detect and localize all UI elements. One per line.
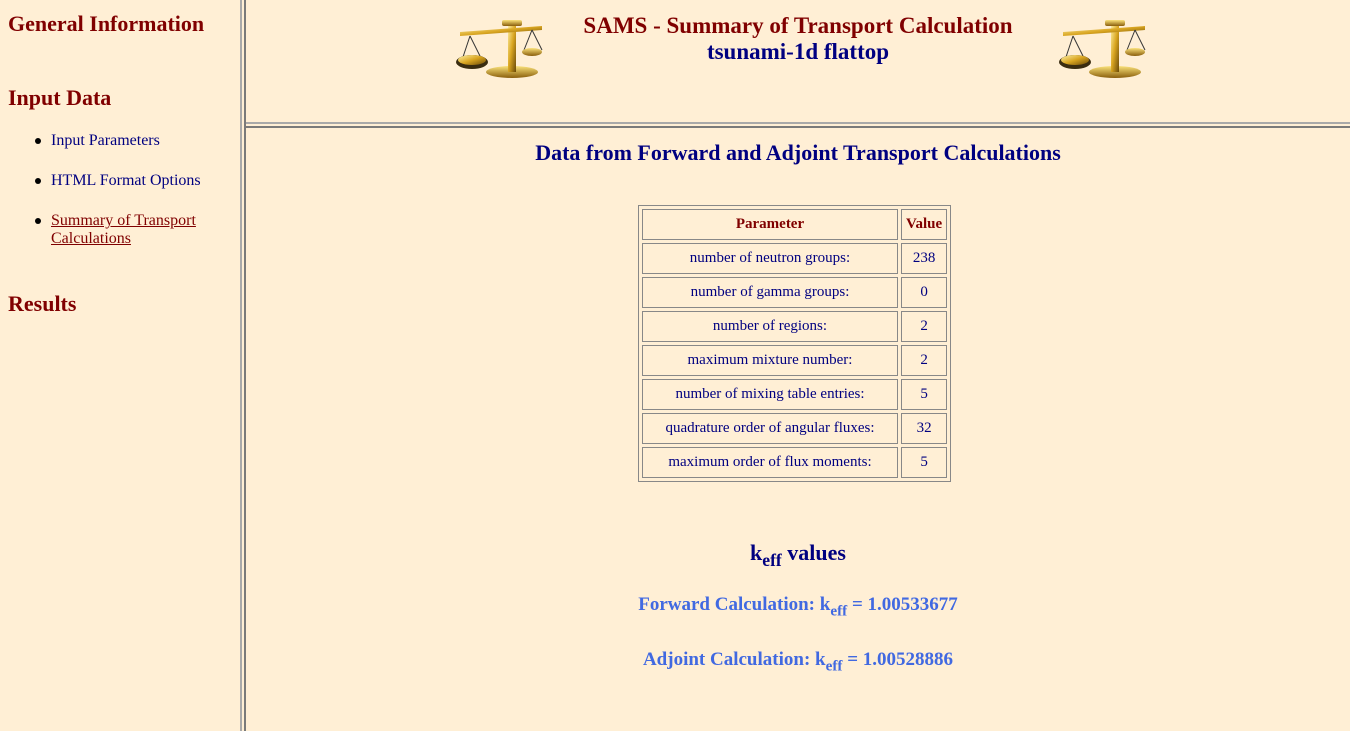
parameter-cell: number of neutron groups:: [642, 243, 898, 274]
section-heading: Data from Forward and Adjoint Transport …: [535, 140, 1061, 165]
forward-keff: Forward Calculation: keff = 1.00533677: [246, 594, 1350, 620]
value-cell: 2: [901, 311, 948, 342]
nav-heading-results[interactable]: Results: [0, 291, 76, 317]
parameter-cell: number of regions:: [642, 311, 898, 342]
parameter-cell: quadrature order of angular fluxes:: [642, 413, 898, 444]
adjoint-keff-subscript: eff: [825, 657, 843, 675]
keff-heading: keff values: [246, 540, 1350, 571]
balance-scale-icon: [1059, 20, 1146, 78]
title-frame: SAMS - Summary of Transport Calculation …: [246, 0, 1350, 122]
parameter-cell: number of gamma groups:: [642, 277, 898, 308]
keff-subscript: eff: [762, 550, 782, 571]
table-row: quadrature order of angular fluxes: 32: [642, 413, 948, 444]
column-header-value: Value: [901, 209, 948, 240]
forward-keff-label: Forward Calculation: k: [638, 594, 831, 615]
nav-heading-general-information[interactable]: General Information: [0, 11, 208, 37]
adjoint-keff: Adjoint Calculation: keff = 1.00528886: [246, 649, 1350, 675]
value-cell: 5: [901, 447, 948, 478]
bullet-icon: [35, 218, 41, 224]
nav-link-input-parameters[interactable]: Input Parameters: [51, 132, 160, 149]
page-subtitle: tsunami-1d flattop: [706, 39, 890, 64]
value-cell: 0: [901, 277, 948, 308]
main-frame: Data from Forward and Adjoint Transport …: [246, 128, 1350, 731]
table-row: maximum order of flux moments: 5: [642, 447, 948, 478]
table-row: number of mixing table entries: 5: [642, 379, 948, 410]
value-cell: 5: [901, 379, 948, 410]
page-title-main: SAMS - Summary of Transport Calculation: [583, 13, 1013, 38]
bullet-icon: [35, 178, 41, 184]
nav-item-summary-of-transport: Summary of Transport Calculations: [0, 212, 221, 248]
page-title: SAMS - Summary of Transport Calculation …: [246, 13, 1350, 65]
parameter-cell: maximum order of flux moments:: [642, 447, 898, 478]
value-cell: 238: [901, 243, 948, 274]
value-cell: 2: [901, 345, 948, 376]
parameter-cell: number of mixing table entries:: [642, 379, 898, 410]
table-row: number of regions: 2: [642, 311, 948, 342]
value-cell: 32: [901, 413, 948, 444]
adjoint-keff-value: = 1.00528886: [842, 649, 954, 670]
table-row: number of gamma groups: 0: [642, 277, 948, 308]
column-header-parameter: Parameter: [642, 209, 898, 240]
frameset: General Information Input Data Input Par…: [0, 0, 1350, 731]
nav-item-html-format-options: HTML Format Options: [0, 172, 221, 190]
nav-heading-input-data[interactable]: Input Data: [0, 85, 111, 111]
forward-keff-subscript: eff: [830, 602, 848, 620]
nav-link-summary-of-transport[interactable]: Summary of Transport Calculations: [51, 212, 196, 247]
nav-link-html-format-options[interactable]: HTML Format Options: [51, 172, 201, 189]
nav-frame: General Information Input Data Input Par…: [0, 0, 240, 731]
nav-item-input-parameters: Input Parameters: [0, 132, 221, 150]
keff-heading-rest: values: [781, 540, 846, 565]
parameter-table: Parameter Value number of neutron groups…: [638, 205, 952, 482]
bullet-icon: [35, 138, 41, 144]
forward-keff-value: = 1.00533677: [847, 594, 958, 615]
table-header-row: Parameter Value: [642, 209, 948, 240]
table-row: maximum mixture number: 2: [642, 345, 948, 376]
parameter-cell: maximum mixture number:: [642, 345, 898, 376]
adjoint-keff-label: Adjoint Calculation: k: [642, 649, 826, 670]
table-row: number of neutron groups: 238: [642, 243, 948, 274]
keff-k: k: [750, 540, 763, 565]
